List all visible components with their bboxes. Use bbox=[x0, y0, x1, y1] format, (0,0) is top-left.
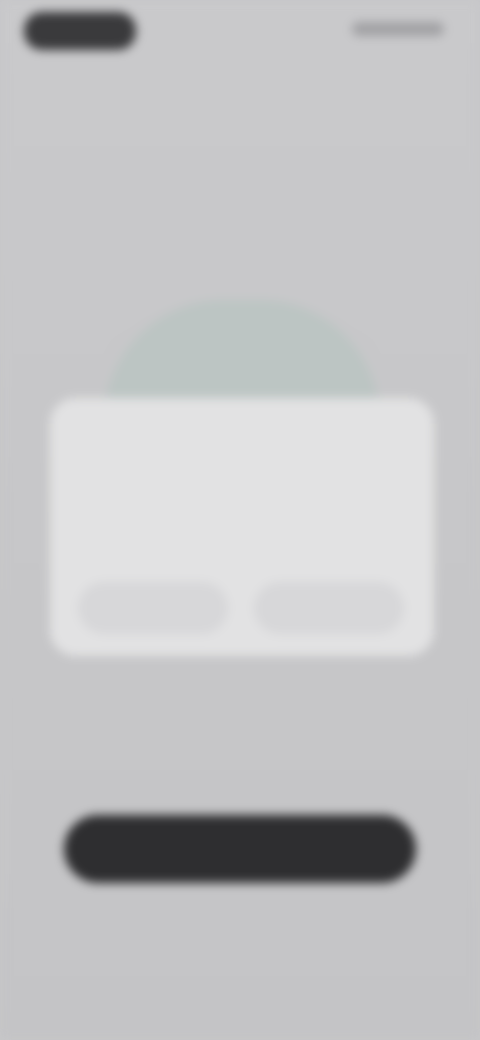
footnote-text bbox=[70, 944, 410, 972]
page-title bbox=[44, 136, 414, 176]
deny-button[interactable] bbox=[78, 582, 228, 634]
primary-button[interactable] bbox=[64, 815, 416, 883]
blurred-screen bbox=[0, 0, 480, 1040]
status-bar-pill bbox=[24, 12, 136, 50]
page-subtitle bbox=[44, 196, 334, 248]
status-icons bbox=[352, 22, 444, 36]
permission-dialog bbox=[50, 398, 434, 656]
secondary-link[interactable] bbox=[160, 898, 320, 924]
dialog-message bbox=[86, 486, 396, 558]
dialog-title bbox=[86, 424, 386, 472]
allow-button[interactable] bbox=[254, 582, 404, 634]
